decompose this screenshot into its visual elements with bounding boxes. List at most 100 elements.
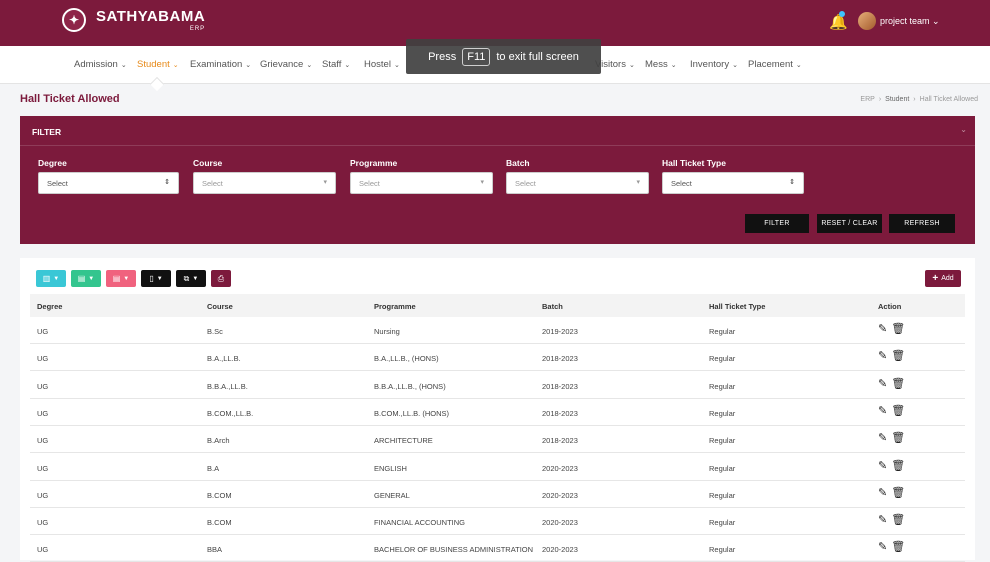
column-header-hall-ticket-type[interactable]: Hall Ticket Type — [709, 302, 765, 311]
brand[interactable]: ✦ SATHYABAMA ERP — [62, 8, 205, 32]
hall-ticket-type-select[interactable]: Select ⇕ — [662, 172, 804, 194]
column-header-degree[interactable]: Degree — [37, 302, 62, 311]
trash-icon[interactable]: 🗑 — [891, 433, 905, 444]
add-button[interactable]: + Add — [925, 270, 961, 287]
table-row: UG B.A ENGLISH 2020-2023 Regular ✎ 🗑 — [30, 454, 965, 481]
table-row: UG B.COM FINANCIAL ACCOUNTING 2020-2023 Regu… — [30, 508, 965, 536]
notification-bell-icon[interactable]: 🔔 — [829, 13, 848, 31]
table-row: UG B.COM GENERAL 2020-2023 Regular ✎ 🗑 — [30, 481, 965, 508]
edit-icon[interactable]: ✎ — [878, 378, 887, 390]
fullscreen-toast: Press F11 to exit full screen — [406, 39, 601, 74]
programme-label: Programme — [350, 158, 398, 168]
filter-button[interactable]: FILTER — [745, 214, 809, 233]
nav-item-staff[interactable]: Staff ⌄ — [322, 59, 350, 70]
user-menu[interactable]: project team ⌄ — [880, 16, 940, 27]
table-row: UG BBA BACHELOR OF BUSINESS ADMINISTRATION… — [30, 535, 965, 562]
course-select[interactable]: Select ▾ — [193, 172, 336, 194]
filter-header[interactable]: FILTER ⌄ — [20, 116, 975, 146]
cell-hall-ticket-type: Regular — [709, 490, 736, 500]
cell-batch: 2020-2023 — [542, 545, 578, 555]
column-visibility-button[interactable]: ▥ ▼ — [36, 270, 66, 287]
trash-icon[interactable]: 🗑 — [891, 487, 905, 499]
nav-item-admission[interactable]: Admission ⌄ — [74, 59, 127, 70]
cell-batch: 2020-2023 — [542, 463, 578, 473]
columns-icon: ▥ — [42, 274, 51, 283]
table-row: UG B.B.A.,LL.B. B.B.A.,LL.B., (HONS) 2018-2… — [30, 372, 965, 399]
export-excel-button[interactable]: ▤ ▼ — [71, 270, 101, 287]
nav-item-hostel[interactable]: Hostel ⌄ — [364, 59, 400, 70]
print-button[interactable]: ⎙ — [211, 270, 231, 287]
edit-icon[interactable]: ✎ — [878, 515, 887, 526]
degree-label: Degree — [38, 158, 67, 168]
nav-item-grievance[interactable]: Grievance ⌄ — [260, 59, 312, 70]
export-file-button[interactable]: ▯ ▼ — [141, 270, 171, 287]
refresh-button[interactable]: REFRESH — [889, 214, 955, 233]
row-actions: ✎ 🗑 — [878, 324, 905, 335]
chevron-down-icon: ▾ — [323, 179, 327, 186]
plus-icon: + — [932, 273, 939, 284]
cell-degree: UG — [37, 545, 49, 555]
degree-select[interactable]: Select ⇕ — [38, 172, 179, 194]
column-header-batch[interactable]: Batch — [542, 302, 563, 311]
cell-programme: GENERAL — [374, 490, 410, 500]
breadcrumb-student[interactable]: Student — [885, 96, 909, 103]
cell-course: B.COM.,LL.B. — [207, 408, 254, 418]
table-row: UG B.Sc Nursing 2019-2023 Regular ✎ 🗑 — [30, 317, 965, 344]
column-header-course[interactable]: Course — [207, 302, 233, 311]
batch-select[interactable]: Select ▾ — [506, 172, 649, 194]
cell-course: B.Sc — [207, 327, 223, 336]
cell-course: BBA — [207, 545, 223, 555]
reset-clear-button[interactable]: RESET / CLEAR — [817, 214, 882, 233]
edit-icon[interactable]: ✎ — [878, 405, 887, 417]
edit-icon[interactable]: ✎ — [878, 460, 887, 472]
trash-icon[interactable]: 🗑 — [891, 542, 905, 553]
programme-select[interactable]: Select ▾ — [350, 172, 493, 194]
chevron-down-icon: ⌄ — [172, 62, 179, 69]
page-title: Hall Ticket Allowed — [20, 93, 120, 105]
edit-icon[interactable]: ✎ — [878, 542, 887, 553]
edit-icon[interactable]: ✎ — [878, 351, 887, 362]
cell-batch: 2018-2023 — [542, 436, 578, 446]
trash-icon[interactable]: 🗑 — [891, 324, 905, 335]
university-logo-icon: ✦ — [62, 8, 86, 32]
copy-icon: ⧉ — [183, 273, 190, 283]
cell-batch: 2018-2023 — [542, 354, 578, 364]
copy-button[interactable]: ⧉ ▼ — [176, 270, 206, 287]
row-actions: ✎ 🗑 — [878, 351, 905, 362]
edit-icon[interactable]: ✎ — [878, 433, 887, 444]
cell-batch: 2020-2023 — [542, 518, 578, 528]
select-arrows-icon: ⇕ — [164, 179, 170, 186]
cell-hall-ticket-type: Regular — [709, 408, 736, 418]
avatar[interactable] — [858, 12, 876, 30]
export-pdf-button[interactable]: ▤ ▼ — [106, 270, 136, 287]
breadcrumb-erp[interactable]: ERP — [860, 96, 874, 103]
nav-item-placement[interactable]: Placement ⌄ — [748, 59, 802, 70]
nav-item-inventory[interactable]: Inventory ⌄ — [690, 59, 738, 70]
column-header-programme[interactable]: Programme — [374, 302, 416, 311]
trash-icon[interactable]: 🗑 — [891, 378, 905, 390]
cell-programme: B.B.A.,LL.B., (HONS) — [374, 381, 446, 391]
nav-item-examination[interactable]: Examination ⌄ — [190, 59, 251, 70]
chevron-down-icon: ⌄ — [306, 62, 313, 69]
collapse-chevron-icon[interactable]: ⌄ — [960, 125, 967, 134]
cell-degree: UG — [37, 436, 49, 446]
trash-icon[interactable]: 🗑 — [891, 460, 905, 472]
edit-icon[interactable]: ✎ — [878, 487, 887, 499]
select-arrows-icon: ⇕ — [789, 179, 795, 186]
chevron-down-icon: ⌄ — [932, 16, 940, 26]
trash-icon[interactable]: 🗑 — [891, 405, 905, 417]
filter-title: FILTER — [32, 127, 62, 137]
chevron-down-icon: ⌄ — [670, 62, 677, 69]
cell-degree: UG — [37, 490, 49, 500]
nav-item-mess[interactable]: Mess ⌄ — [645, 59, 677, 70]
table-row: UG B.A.,LL.B. B.A.,LL.B., (HONS) 2018-2023 R… — [30, 344, 965, 372]
trash-icon[interactable]: 🗑 — [891, 351, 905, 362]
trash-icon[interactable]: 🗑 — [891, 515, 905, 526]
cell-hall-ticket-type: Regular — [709, 327, 736, 336]
cell-degree: UG — [37, 327, 49, 336]
filter-panel: FILTER ⌄ Degree Select ⇕ Course Select ▾ P… — [20, 116, 975, 244]
brand-subtitle: ERP — [189, 25, 206, 32]
edit-icon[interactable]: ✎ — [878, 324, 887, 335]
cell-hall-ticket-type: Regular — [709, 354, 736, 364]
nav-item-student[interactable]: Student ⌄ — [137, 59, 179, 70]
